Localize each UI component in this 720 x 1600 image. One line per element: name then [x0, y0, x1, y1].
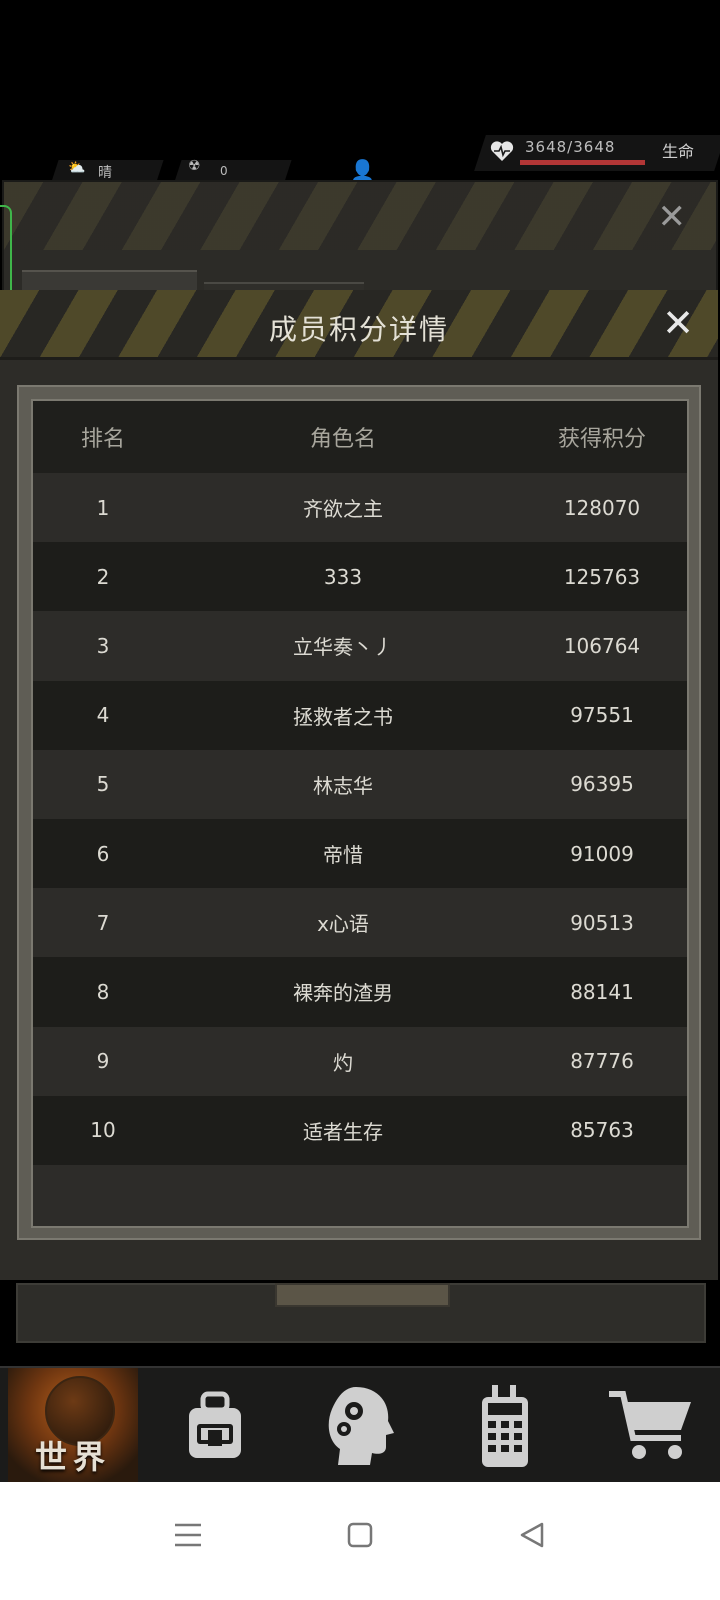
nav-skills[interactable] [295, 1368, 425, 1484]
score-cell: 128070 [563, 495, 641, 520]
name-cell: 立华奏丶丿 [293, 635, 393, 660]
rank-cell: 9 [96, 1049, 110, 1074]
game-bottom-nav: 世界 [0, 1366, 720, 1484]
nav-radio[interactable] [440, 1368, 570, 1484]
table-row: 5 林志华 96395 [33, 749, 687, 819]
cloud-sun-icon: ⛅ [68, 160, 86, 176]
close-icon[interactable]: ✕ [658, 200, 687, 234]
background-button[interactable] [275, 1283, 450, 1307]
name-cell: x心语 [317, 912, 369, 937]
score-cell: 125763 [563, 564, 641, 589]
table-row: 6 帝惜 91009 [33, 818, 687, 889]
table-row-partial [33, 1164, 687, 1226]
rank-cell: 6 [96, 841, 110, 866]
nav-backpack[interactable] [150, 1368, 280, 1484]
name-cell: 齐欲之主 [303, 497, 383, 522]
score-cell: 90513 [570, 910, 634, 935]
score-cell: 96395 [570, 772, 634, 797]
radio-icon [482, 1385, 528, 1467]
table-row: 4 拯救者之书 97551 [33, 680, 687, 750]
column-header-rank: 排名 [80, 427, 125, 452]
name-cell: 适者生存 [303, 1119, 383, 1144]
table-row: 7 x心语 90513 [33, 888, 687, 958]
table-row: 2 333 125763 [33, 542, 687, 612]
close-icon[interactable]: ✕ [662, 304, 694, 342]
life-label: 生命 [662, 142, 695, 161]
column-header-name: 角色名 [309, 427, 376, 452]
system-navigation-bar [0, 1482, 720, 1600]
name-cell: 裸奔的渣男 [293, 981, 393, 1006]
life-bar [520, 160, 645, 165]
weather-label: 晴 [98, 165, 112, 181]
hazard-stripe [4, 182, 716, 250]
table-row: 8 裸奔的渣男 88141 [33, 957, 687, 1027]
back-icon[interactable] [507, 1510, 557, 1560]
score-table[interactable]: 排名 角色名 获得积分 1 齐欲之主 128070 2 333 125763 3… [31, 399, 689, 1228]
score-cell: 88141 [570, 979, 634, 1004]
score-cell: 85763 [570, 1118, 634, 1143]
score-cell: 106764 [563, 633, 641, 658]
table-row: 1 齐欲之主 128070 [33, 473, 687, 543]
score-cell: 87776 [570, 1049, 634, 1074]
rank-cell: 7 [96, 910, 110, 935]
life-value: 3648/3648 [525, 138, 616, 156]
backpack-icon [189, 1391, 241, 1458]
nav-world-label: 世界 [34, 1438, 111, 1476]
home-icon[interactable] [335, 1510, 385, 1560]
modal-header: 成员积分详情 ✕ [0, 290, 718, 360]
name-cell: 帝惜 [323, 843, 363, 868]
rank-cell: 2 [96, 564, 110, 589]
name-cell: 灼 [333, 1050, 353, 1075]
name-cell: 拯救者之书 [293, 704, 393, 729]
member-score-modal: 成员积分详情 ✕ 排名 角色名 获得积分 1 齐欲之主 128070 2 333… [0, 290, 718, 1280]
table-row: 3 立华奏丶丿 106764 [33, 611, 687, 681]
menu-icon[interactable] [163, 1510, 213, 1560]
table-body: 1 齐欲之主 128070 2 333 125763 3 立华奏丶丿 10676… [33, 473, 687, 1226]
score-cell: 91009 [570, 841, 634, 866]
radiation-icon: ☢ [188, 158, 201, 174]
rank-cell: 4 [96, 703, 110, 728]
head-gears-icon [328, 1387, 394, 1465]
name-cell: 333 [323, 564, 363, 589]
table-row: 10 适者生存 85763 [33, 1095, 687, 1165]
game-screen: ⛅ 晴 ☢ 0 👤 3648/3648 生命 ✕ 成员积分详情 ✕ 排名 角色名… [0, 0, 720, 1600]
nav-shop[interactable] [585, 1368, 715, 1484]
table-header: 排名 角色名 获得积分 [33, 401, 687, 473]
person-icon: 👤 [350, 158, 375, 182]
rank-cell: 3 [96, 633, 110, 658]
cart-icon [609, 1391, 691, 1459]
rank-cell: 5 [96, 772, 110, 797]
score-cell: 97551 [570, 703, 634, 728]
rank-cell: 10 [90, 1118, 116, 1143]
nav-world[interactable]: 世界 [8, 1368, 138, 1484]
heart-icon [490, 141, 514, 161]
rank-cell: 1 [96, 495, 110, 520]
name-cell: 林志华 [313, 773, 373, 798]
column-header-score: 获得积分 [557, 427, 646, 452]
rank-cell: 8 [96, 979, 110, 1004]
table-frame: 排名 角色名 获得积分 1 齐欲之主 128070 2 333 125763 3… [17, 385, 701, 1240]
modal-title: 成员积分详情 [268, 313, 449, 346]
table-row: 9 灼 87776 [33, 1026, 687, 1096]
radiation-value: 0 [220, 164, 228, 178]
